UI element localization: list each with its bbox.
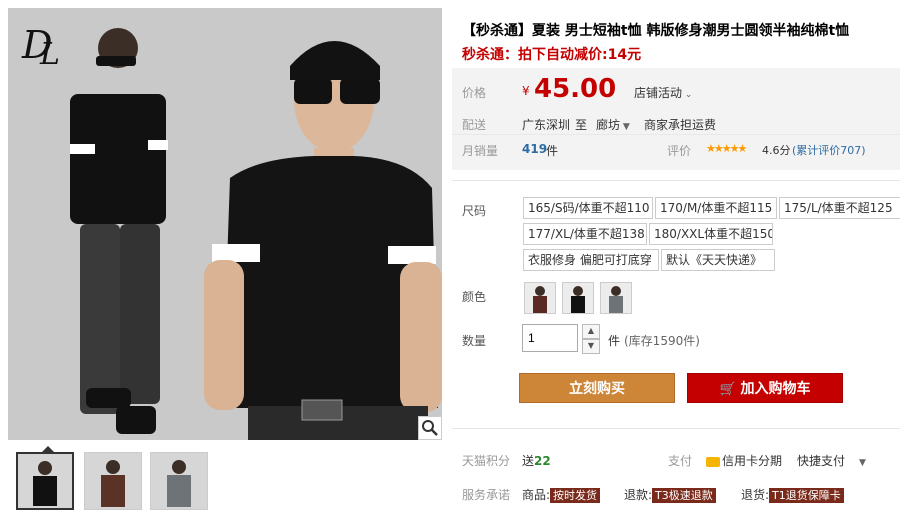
size-option-xxl[interactable]: 180/XXL体重不超150 — [649, 223, 773, 245]
service-return: 退货: T1退货保障卡 — [741, 486, 844, 503]
size-option-m[interactable]: 170/M/体重不超115 — [655, 197, 777, 219]
size-option-xl[interactable]: 177/XL/体重不超138 — [523, 223, 647, 245]
qty-increase-button[interactable]: ▲ — [582, 324, 600, 339]
review-count-link[interactable]: (累计评价707) — [792, 142, 866, 158]
shipping-option[interactable]: 默认《天天快递》 — [661, 249, 775, 271]
points-label: 天猫积分 — [462, 454, 511, 468]
points-value: 22 — [534, 454, 551, 468]
ship-label: 配送 — [462, 118, 487, 132]
credit-label: 信用卡分期 — [722, 454, 783, 468]
qty-label: 数量 — [462, 334, 487, 348]
service-goods: 商品: 按时发货 — [522, 486, 601, 503]
size-option-l[interactable]: 175/L/体重不超125 — [779, 197, 900, 219]
store-promo-label: 店铺活动 — [634, 86, 683, 100]
points-text: 送22 — [522, 452, 551, 469]
credit-card-icon — [706, 456, 720, 467]
promo-text: 秒杀通：拍下自动减价:14元 — [462, 47, 642, 63]
thumbnail-gray[interactable] — [150, 452, 208, 510]
return-guarantee-badge[interactable]: T1退货保障卡 — [769, 488, 844, 503]
ship-to-dropdown[interactable]: 廊坊 ▼ — [596, 116, 630, 133]
ship-to-word: 至 — [575, 118, 588, 132]
service-refund: 退款: T3极速退款 — [624, 486, 716, 503]
color-swatch-brown[interactable] — [524, 282, 556, 314]
price-value: 45.00 — [534, 74, 617, 104]
caret-down-icon: ▼ — [620, 122, 630, 132]
add-to-cart-button[interactable]: 🛒 加入购物车 — [687, 373, 843, 403]
rating-score: 4.6分 — [762, 144, 791, 157]
caret-down-icon: ▼ — [859, 458, 866, 468]
ship-to-label: 廊坊 — [596, 118, 621, 132]
on-time-ship-badge[interactable]: 按时发货 — [550, 488, 601, 503]
ship-from: 广东深圳 — [522, 118, 571, 132]
ship-fee: 商家承担运费 — [644, 118, 717, 132]
model-figure — [70, 28, 442, 440]
color-label: 颜色 — [462, 290, 487, 304]
zoom-button[interactable] — [418, 416, 442, 440]
fast-pay-dropdown[interactable]: 快捷支付 ▼ — [797, 452, 866, 469]
credit-installment-link[interactable]: 信用卡分期 — [706, 452, 782, 469]
cart-icon: 🛒 — [719, 382, 736, 397]
pay-label: 支付 — [668, 454, 693, 468]
size-label: 尺码 — [462, 204, 487, 218]
sales-count: 419 — [522, 142, 548, 156]
rating-label: 评价 — [667, 144, 692, 158]
stock-count: (库存1590件) — [624, 334, 700, 348]
fit-note-option[interactable]: 衣服修身 偏肥可打底穿 — [523, 249, 659, 271]
thumbnail-brown[interactable] — [84, 452, 142, 510]
size-option-s[interactable]: 165/S码/体重不超110 — [523, 197, 653, 219]
fast-refund-badge[interactable]: T3极速退款 — [652, 488, 716, 503]
store-promo-dropdown[interactable]: 店铺活动 ⌄ — [634, 84, 692, 101]
color-swatch-gray[interactable] — [600, 282, 632, 314]
currency-symbol: ¥ — [522, 84, 530, 98]
quantity-input[interactable] — [522, 324, 578, 352]
color-swatch-black[interactable] — [562, 282, 594, 314]
thumbnail-black[interactable] — [16, 452, 74, 510]
qty-decrease-button[interactable]: ▼ — [582, 339, 600, 354]
add-to-cart-label: 加入购物车 — [740, 381, 811, 397]
svc-refund-prefix: 退款: — [624, 488, 653, 502]
svc-goods-prefix: 商品: — [522, 488, 551, 502]
svc-return-prefix: 退货: — [741, 488, 770, 502]
points-prefix: 送 — [522, 454, 535, 468]
service-label: 服务承诺 — [462, 488, 511, 502]
price-label: 价格 — [462, 86, 487, 100]
magnifier-icon — [422, 420, 438, 436]
chevron-down-icon: ⌄ — [682, 90, 693, 100]
qty-unit: 件 — [608, 334, 621, 348]
rating-stars-icon: ★★★★★ — [706, 142, 747, 155]
sales-label: 月销量 — [462, 144, 499, 158]
product-title: 【秒杀通】夏装 男士短袖t恤 韩版修身潮男士圆领半袖纯棉t恤 — [462, 23, 850, 39]
buy-now-button[interactable]: 立刻购买 — [519, 373, 675, 403]
fast-pay-label: 快捷支付 — [797, 454, 846, 468]
product-main-image[interactable]: D L — [8, 8, 442, 440]
sales-unit: 件 — [546, 144, 559, 158]
